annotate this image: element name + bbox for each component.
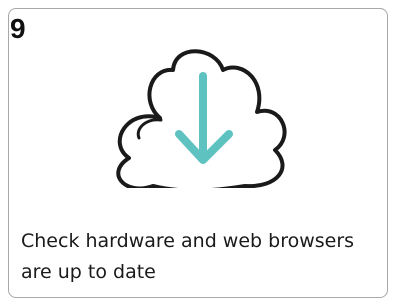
step-number: 9 [10,13,26,44]
cloud-download-icon [105,38,290,193]
step-caption: Check hardware and web browsers are up t… [21,230,355,283]
